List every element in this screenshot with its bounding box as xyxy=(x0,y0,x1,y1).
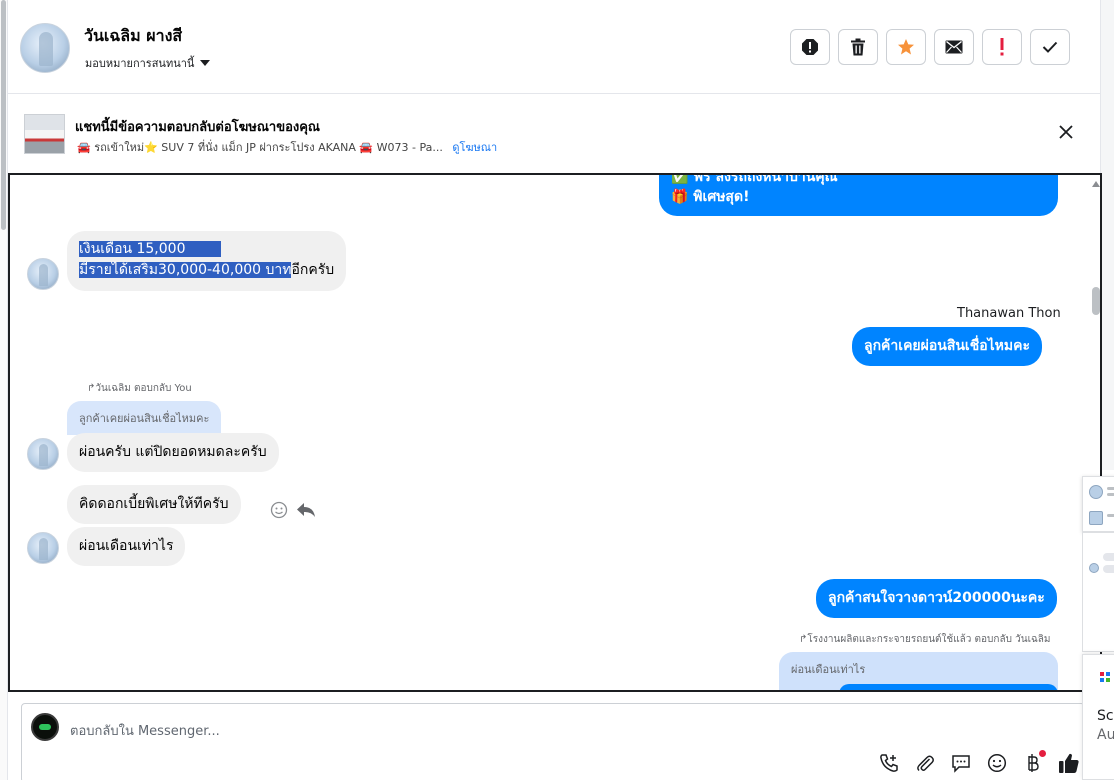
payment-button[interactable] xyxy=(1022,750,1046,774)
selected-text: เงินเดือน 15,000 xyxy=(79,241,186,257)
message-hover-actions xyxy=(270,501,316,519)
important-icon xyxy=(1000,38,1004,56)
left-scrollbar-thumb[interactable] xyxy=(1,0,6,230)
side-bubble xyxy=(1103,553,1114,561)
agent-name: Thanawan Thon xyxy=(957,306,1061,321)
side-preview-line xyxy=(1107,514,1114,517)
side-preview-line xyxy=(1107,487,1114,490)
like-button[interactable] xyxy=(1058,752,1080,774)
star-button[interactable] xyxy=(886,29,926,65)
ad-banner-title: แชทนี้มีข้อความตอบกลับต่อโฆษณาของคุณ xyxy=(75,120,320,135)
assign-label: มอบหมายการสนทนานี้ xyxy=(85,57,195,70)
close-ad-banner-button[interactable] xyxy=(1056,122,1076,142)
close-icon xyxy=(1059,125,1073,139)
quoted-message[interactable]: ลูกค้าเคยผ่อนสินเชื่อไหมคะ xyxy=(67,401,222,435)
salary-line-2: มีรายได้เสริม30,000-40,000 บาทอีกครับ xyxy=(79,260,334,281)
saved-reply-icon xyxy=(952,755,970,773)
outgoing-message-downpayment[interactable]: ลูกค้าสนใจวางดาวน์200000นะคะ xyxy=(816,579,1057,618)
selected-text-pad xyxy=(185,241,222,257)
outgoing-message-partial[interactable] xyxy=(839,684,1058,690)
contact-name[interactable]: วันเฉลิม ผางสี xyxy=(84,24,182,49)
side-preview-line xyxy=(1107,493,1114,496)
side-chat-preview[interactable] xyxy=(1082,476,1114,532)
side-avatar xyxy=(1089,485,1103,499)
popup-text-line-2: Au xyxy=(1097,727,1114,743)
side-avatar xyxy=(1089,563,1099,573)
side-notification-popup[interactable]: Scr Au xyxy=(1082,654,1114,780)
page-avatar xyxy=(31,713,59,741)
page-reply-indicator: ↱โรงงานผลิตและกระจายรถยนต์ใช้แล้ว ตอบกลั… xyxy=(799,632,1051,647)
app-icon xyxy=(1100,672,1110,682)
attach-icon xyxy=(917,755,934,772)
ad-context-banner: แชทนี้มีข้อความตอบกลับต่อโฆษณาของคุณ 🚘 ร… xyxy=(8,94,1100,172)
incoming-message-interest[interactable]: คิดดอกเบี้ยพิเศษให้ทีครับ xyxy=(67,485,241,524)
mail-icon xyxy=(945,40,963,54)
incoming-message-monthly[interactable]: ผ่อนเดือนเท่าไร xyxy=(67,527,186,566)
ad-banner-subtitle: 🚘 รถเข้าใหม่⭐ SUV 7 ที่นั่ง แม็ก JP ฝากร… xyxy=(77,138,497,156)
side-thumb xyxy=(1089,511,1103,525)
call-button[interactable] xyxy=(878,752,900,774)
incoming-message-salary[interactable]: เงินเดือน 15,000 มีรายได้เสริม30,000-40,… xyxy=(67,231,347,291)
like-icon xyxy=(1059,753,1079,773)
react-emoji-icon[interactable] xyxy=(270,501,288,519)
right-panel-edge xyxy=(1100,0,1114,470)
view-ad-link[interactable]: ดูโฆษณา xyxy=(452,141,497,154)
header-action-buttons xyxy=(790,29,1070,65)
notification-dot xyxy=(1039,750,1046,757)
attach-button[interactable] xyxy=(914,752,936,774)
promo-line-2: 🎁 พิเศษสุด! xyxy=(671,189,750,205)
outgoing-message-question[interactable]: ลูกค้าเคยผ่อนสินเชื่อไหมคะ xyxy=(852,327,1043,366)
call-add-icon xyxy=(880,754,898,772)
mark-done-button[interactable] xyxy=(1030,29,1070,65)
emoji-button[interactable] xyxy=(986,752,1008,774)
popup-text-line-1: Scr xyxy=(1097,708,1114,724)
composer-toolbar xyxy=(878,750,1080,774)
selected-text: มีรายได้เสริม30,000-40,000 บาท xyxy=(79,262,292,278)
reply-indicator-text: วันเฉลิม ตอบกลับ You xyxy=(95,383,192,394)
mark-important-button[interactable] xyxy=(982,29,1022,65)
contact-avatar-small[interactable] xyxy=(27,532,59,564)
reply-icon[interactable] xyxy=(296,501,316,519)
saved-replies-button[interactable] xyxy=(950,752,972,774)
baht-icon xyxy=(1028,754,1039,772)
scroll-up-arrow-icon[interactable] xyxy=(1092,181,1100,187)
mark-unread-button[interactable] xyxy=(934,29,974,65)
side-bubble xyxy=(1103,565,1114,573)
message-thread[interactable]: ✅ ฟรี ส่งรถถึงหน้าบ้านคุณ 🎁 พิเศษสุด! เง… xyxy=(8,173,1102,692)
incoming-message-reply[interactable]: ผ่อนครับ แต่ปิดยอดหมดละครับ xyxy=(67,433,279,472)
assign-conversation-dropdown[interactable]: มอบหมายการสนทนานี้ xyxy=(85,54,211,72)
contact-avatar-small[interactable] xyxy=(27,438,59,470)
delete-button[interactable] xyxy=(838,29,878,65)
trash-icon xyxy=(851,38,865,56)
contact-avatar-small[interactable] xyxy=(27,258,59,290)
salary-line-2-rest: อีกครับ xyxy=(291,262,335,278)
ad-thumbnail[interactable] xyxy=(24,114,65,154)
promo-line-1: ✅ ฟรี ส่งรถถึงหน้าบ้านคุณ xyxy=(671,173,838,185)
thread-scrollbar-thumb[interactable] xyxy=(1092,287,1100,315)
caret-down-icon xyxy=(200,60,211,66)
check-icon xyxy=(1042,41,1058,53)
outgoing-message-promo[interactable]: ✅ ฟรี ส่งรถถึงหน้าบ้านคุณ 🎁 พิเศษสุด! xyxy=(659,173,1058,216)
spam-icon xyxy=(802,39,818,55)
reply-indicator: ↱วันเฉลิม ตอบกลับ You xyxy=(87,381,192,396)
star-icon xyxy=(898,39,914,55)
contact-avatar[interactable] xyxy=(20,23,70,73)
side-chat-thread[interactable] xyxy=(1082,532,1114,652)
message-composer[interactable]: ตอบกลับใน Messenger... xyxy=(21,703,1085,780)
ad-description: 🚘 รถเข้าใหม่⭐ SUV 7 ที่นั่ง แม็ก JP ฝากร… xyxy=(77,141,443,154)
mark-spam-button[interactable] xyxy=(790,29,830,65)
reply-input[interactable]: ตอบกลับใน Messenger... xyxy=(70,720,220,741)
emoji-icon xyxy=(987,753,1007,773)
page-reply-indicator-text: โรงงานผลิตและกระจายรถยนต์ใช้แล้ว ตอบกลับ… xyxy=(807,634,1051,645)
conversation-header: วันเฉลิม ผางสี มอบหมายการสนทนานี้ xyxy=(8,0,1100,94)
salary-line-1: เงินเดือน 15,000 xyxy=(79,239,334,260)
